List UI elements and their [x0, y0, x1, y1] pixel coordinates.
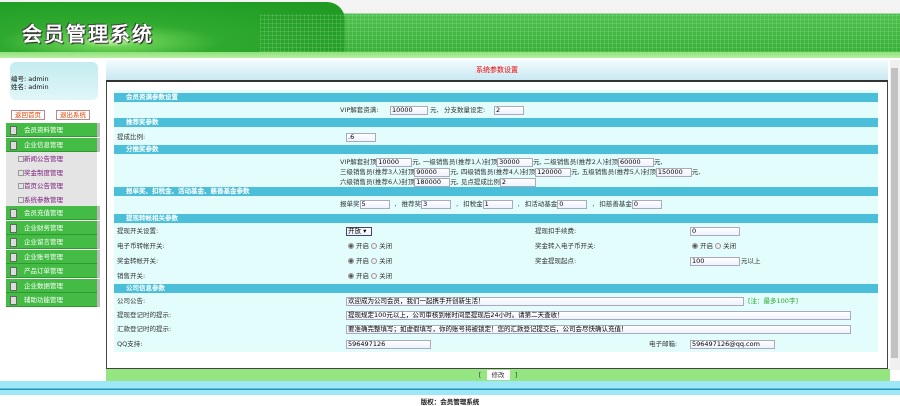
cap-input[interactable]: 2	[499, 178, 536, 187]
action-bar: [ 修改 ]	[106, 369, 890, 381]
user-name: admin	[28, 83, 49, 91]
cap-input[interactable]: 90000	[414, 168, 451, 177]
user-info: 编号: admin 姓名: admin	[10, 62, 98, 100]
withdraw-hint-input[interactable]: 提现规定100元以上，公司审核到帐时间是提现后24小时。请第二天查收！	[346, 311, 851, 320]
deduction-input[interactable]: 0	[557, 200, 588, 209]
submenu-item[interactable]: 首页公告管理	[6, 179, 97, 193]
withdraw-switch-select[interactable]: 开放 ▾	[346, 227, 372, 236]
menu-item[interactable]: 企业数据管理	[6, 278, 100, 293]
cap-input[interactable]: 30000	[497, 158, 534, 167]
user-id: admin	[28, 75, 49, 83]
home-button[interactable]: 返回首页	[11, 110, 45, 120]
section-header: 分推奖参数	[114, 145, 878, 154]
cap-input[interactable]: 150000	[655, 168, 692, 177]
menu-item[interactable]: 企业信息管理	[6, 137, 100, 152]
deduction-input[interactable]: 5	[359, 200, 390, 209]
submenu-item[interactable]: 奖金制度管理	[6, 165, 97, 180]
section-header: 提现转帐相关参数	[114, 214, 878, 223]
section-header: 推荐奖参数	[114, 118, 878, 127]
cap-input[interactable]: 60000	[617, 158, 654, 167]
menu-item[interactable]: 会员资料管理	[6, 123, 100, 137]
scrollbar-thumb[interactable]	[891, 68, 898, 358]
menu-item[interactable]: 企业账号管理	[6, 249, 100, 264]
ecoin-transfer-radio[interactable]: 开启 关闭	[348, 242, 392, 251]
deduction-input[interactable]: 3	[421, 200, 452, 209]
section-header: 公司信息参数	[114, 284, 878, 293]
remit-hint-input[interactable]: 要准确完整填写；如虚假填写，你的账号将被锁定！您的汇款登记提交后，公司会尽快确认…	[346, 325, 851, 334]
menu-item[interactable]: 企业财务管理	[6, 220, 100, 235]
submit-button[interactable]: 修改	[486, 370, 510, 380]
bonus-to-ecoin-radio[interactable]: 开启 关闭	[692, 242, 736, 251]
submenu-item[interactable]: 系统参数管理	[6, 192, 97, 207]
menu-item[interactable]: 产品订单管理	[6, 264, 100, 278]
notice-input[interactable]: 欢迎成为公司会员，我们一起携手开创新生活！	[346, 297, 744, 306]
cap-input[interactable]: 120000	[535, 168, 572, 177]
email-input[interactable]: 596497126@qq.com	[690, 340, 775, 349]
deduction-input[interactable]: 0	[631, 200, 662, 209]
settings-form: 会员资满参数设置 VIP解套资满: 10000 元, 分支数量设定: 2 推荐奖…	[106, 80, 888, 369]
vip-input[interactable]: 10000	[390, 106, 428, 115]
cap-row: VIP解套封顶 10000 元, 一级销售员(推荐1人)封顶 30000 元, 二级销售…	[340, 158, 663, 167]
sales-switch-radio[interactable]: 开启 关闭	[348, 272, 392, 281]
page-title: 系统参数设置	[106, 60, 888, 80]
fee-input[interactable]: 0	[690, 227, 740, 236]
submenu-item[interactable]: 新闻公告管理	[6, 152, 97, 166]
logout-button[interactable]: 退出系统	[56, 110, 90, 120]
section-header: 报单奖、扣税金、活动基金、慈善基金参数	[114, 187, 878, 196]
header-banner: 会员管理系统	[0, 0, 900, 52]
cap-input[interactable]: 180000	[414, 178, 451, 187]
cap-row: 三级销售员(推荐3人)封顶 90000 元, 四级销售员(推荐4人)封顶 120000…	[340, 168, 701, 177]
menu-item[interactable]: 辅助功能管理	[6, 293, 100, 307]
split-input[interactable]: 2	[494, 106, 524, 115]
min-withdraw-input[interactable]: 100	[690, 257, 740, 266]
cap-row: 六级销售员(推荐6人)封顶 180000 元, 见点提成比例 2	[340, 178, 536, 187]
qq-input[interactable]: 596497126	[346, 340, 431, 349]
app-title: 会员管理系统	[22, 22, 154, 46]
scrollbar[interactable]	[890, 60, 900, 370]
ratio-input[interactable]: .6	[346, 133, 376, 142]
cap-input[interactable]: 10000	[376, 158, 413, 167]
section-header: 会员资满参数设置	[114, 93, 878, 102]
deduction-row: 报单奖 5, 推荐奖 3, 扣税金 1, 扣活动基金 0, 扣慈善基金 0	[340, 200, 672, 209]
deduction-input[interactable]: 1	[482, 200, 513, 209]
menu-item[interactable]: 会员充值管理	[6, 206, 100, 220]
menu-item[interactable]: 企业留言管理	[6, 235, 100, 249]
bonus-transfer-radio[interactable]: 开启 关闭	[348, 257, 392, 266]
